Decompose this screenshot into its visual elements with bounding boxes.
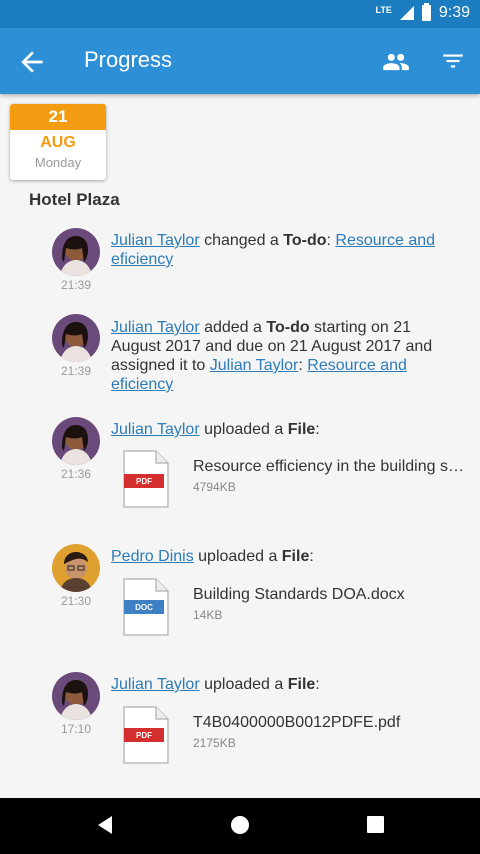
svg-text:PDF: PDF: [136, 477, 152, 486]
people-icon[interactable]: [381, 48, 411, 76]
file-name: Resource efficiency in the building sect…: [193, 458, 468, 475]
circle-home-icon[interactable]: [229, 814, 251, 836]
file-size: 4794KB: [193, 480, 236, 494]
user-link[interactable]: Julian Taylor: [111, 421, 200, 438]
battery-icon: [421, 3, 431, 21]
pdf-file-icon: PDF: [123, 706, 169, 764]
svg-text:DOC: DOC: [135, 603, 153, 612]
avatar[interactable]: [52, 672, 100, 720]
date-day: 21: [10, 104, 106, 130]
user-link[interactable]: Julian Taylor: [111, 676, 200, 693]
entry-time: 21:30: [60, 594, 92, 608]
file-attachment[interactable]: PDF T4B0400000B0012PDFE.pdf 2175KB: [122, 706, 472, 768]
arrow-left-icon[interactable]: [16, 46, 48, 78]
entry-text: Julian Taylor added a To-do starting on …: [111, 319, 433, 393]
filter-icon[interactable]: [440, 48, 466, 74]
user-link[interactable]: Pedro Dinis: [111, 548, 194, 565]
date-weekday: Monday: [34, 155, 82, 170]
avatar[interactable]: [52, 228, 100, 276]
entry-time: 17:10: [60, 722, 92, 736]
avatar[interactable]: [52, 314, 100, 362]
file-name: Building Standards DOA.docx: [193, 586, 405, 603]
file-size: 2175KB: [193, 736, 236, 750]
date-card: 21 AUG Monday: [10, 104, 106, 180]
status-bar: LTE 9:39: [0, 0, 480, 28]
triangle-back-icon[interactable]: [94, 814, 116, 836]
pdf-file-icon: PDF: [123, 450, 169, 508]
date-month: AUG: [40, 134, 76, 151]
entry-text: Julian Taylor uploaded a File:: [111, 676, 320, 693]
svg-text:PDF: PDF: [136, 731, 152, 740]
doc-file-icon: DOC: [123, 578, 169, 636]
entry-text: Pedro Dinis uploaded a File:: [111, 548, 314, 565]
app-bar: Progress: [0, 28, 480, 94]
avatar[interactable]: [52, 417, 100, 465]
signal-icon: [399, 6, 414, 20]
file-attachment[interactable]: PDF Resource efficiency in the building …: [122, 450, 472, 512]
file-name: T4B0400000B0012PDFE.pdf: [193, 714, 401, 731]
entry-text: Julian Taylor changed a To-do: Resource …: [111, 232, 436, 268]
clock: 9:39: [438, 4, 470, 21]
entry-time: 21:36: [60, 467, 92, 481]
file-attachment[interactable]: DOC Building Standards DOA.docx 14KB: [122, 578, 472, 640]
page-title: Progress: [84, 47, 173, 72]
network-type: LTE: [375, 5, 392, 15]
system-nav-bar: [0, 798, 480, 854]
avatar[interactable]: [52, 544, 100, 592]
entry-time: 21:39: [60, 278, 92, 292]
user-link[interactable]: Julian Taylor: [111, 319, 200, 336]
file-size: 14KB: [193, 608, 223, 622]
entry-text: Julian Taylor uploaded a File:: [111, 421, 320, 438]
square-recent-icon[interactable]: [366, 814, 386, 836]
user-link[interactable]: Julian Taylor: [111, 232, 200, 249]
assignee-link[interactable]: Julian Taylor: [210, 357, 299, 374]
project-name: Hotel Plaza: [29, 190, 120, 209]
entry-time: 21:39: [60, 364, 92, 378]
